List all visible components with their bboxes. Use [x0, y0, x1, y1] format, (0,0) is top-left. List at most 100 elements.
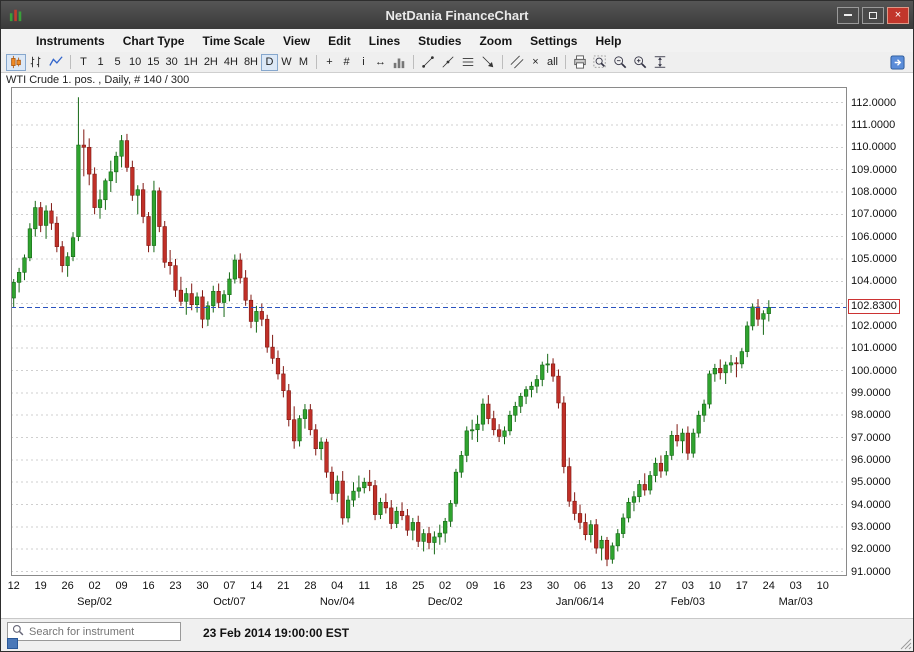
timescale-daily-button[interactable]: D [261, 54, 278, 71]
crosshair-button[interactable]: + [321, 54, 338, 71]
time-axis-label: 16 [137, 580, 161, 592]
search-input[interactable] [27, 625, 176, 639]
candle [17, 268, 21, 293]
arrow-line-button[interactable] [478, 54, 498, 71]
timescale-10m-button[interactable]: 10 [126, 54, 144, 71]
menu-lines[interactable]: Lines [360, 34, 409, 48]
chart-plot[interactable] [11, 87, 847, 576]
menu-chart-type[interactable]: Chart Type [114, 34, 194, 48]
auto-scale-button[interactable] [650, 54, 670, 71]
menu-zoom[interactable]: Zoom [470, 34, 521, 48]
time-axis-label: 02 [83, 580, 107, 592]
candle [578, 505, 582, 530]
trend-line-button[interactable] [418, 54, 438, 71]
candle [109, 161, 113, 192]
menu-instruments[interactable]: Instruments [27, 34, 114, 48]
timescale-1h-button[interactable]: 1H [181, 54, 201, 71]
volume-button[interactable] [389, 54, 409, 71]
candle [584, 513, 588, 540]
timescale-1m-button[interactable]: 1 [92, 54, 109, 71]
time-axis-label: 09 [460, 580, 484, 592]
title-bar[interactable]: NetDania FinanceChart × [1, 1, 913, 29]
ohlc-chart-button[interactable] [26, 54, 46, 71]
grid-button[interactable]: # [338, 54, 355, 71]
menu-time-scale[interactable]: Time Scale [193, 34, 273, 48]
candle [319, 438, 323, 460]
timescale-weekly-button[interactable]: W [278, 54, 295, 71]
close-button[interactable]: × [887, 7, 909, 24]
timescale-monthly-button[interactable]: M [295, 54, 312, 71]
print-button[interactable] [570, 54, 590, 71]
instrument-search-box[interactable] [7, 622, 181, 641]
candle [28, 223, 32, 261]
month-axis-label: Sep/02 [60, 596, 130, 608]
candle [152, 181, 156, 252]
menu-help[interactable]: Help [586, 34, 630, 48]
time-axis-label: 07 [217, 580, 241, 592]
candle [341, 471, 345, 525]
candle [44, 205, 48, 238]
price-axis-label: 99.0000 [851, 387, 891, 399]
candle [352, 482, 356, 507]
candle [406, 509, 410, 536]
menu-view[interactable]: View [274, 34, 319, 48]
candle [659, 455, 663, 477]
month-axis-label: Dec/02 [410, 596, 480, 608]
ray-line-button[interactable] [438, 54, 458, 71]
resize-grip[interactable] [898, 636, 912, 650]
candle [422, 529, 426, 551]
gridlines [11, 103, 847, 572]
candle [616, 529, 620, 551]
scroll-arrows-button[interactable]: ↔ [372, 54, 389, 71]
delete-study-button[interactable]: × [527, 54, 544, 71]
menu-studies[interactable]: Studies [409, 34, 470, 48]
candle [33, 201, 37, 237]
info-button[interactable]: i [355, 54, 372, 71]
candle [487, 395, 491, 424]
panel-toggle-button[interactable] [887, 54, 908, 71]
price-axis-label: 101.0000 [851, 342, 897, 354]
candle [530, 382, 534, 398]
candle [611, 543, 615, 564]
candle [546, 354, 550, 373]
candlestick-chart-button[interactable] [6, 54, 26, 71]
price-axis-label: 111.0000 [851, 119, 895, 131]
time-axis-label: 03 [676, 580, 700, 592]
candle [665, 451, 669, 476]
price-axis-label: 98.0000 [851, 409, 891, 421]
timescale-5m-button[interactable]: 5 [109, 54, 126, 71]
timescale-8h-button[interactable]: 8H [241, 54, 261, 71]
time-axis-label: 23 [164, 580, 188, 592]
candle [513, 402, 517, 422]
candle [605, 537, 609, 566]
menu-edit[interactable]: Edit [319, 34, 360, 48]
candle [433, 531, 437, 554]
zoom-in-button[interactable] [630, 54, 650, 71]
delete-all-button[interactable]: all [544, 54, 561, 71]
line-chart-button[interactable] [46, 54, 66, 71]
timescale-2h-button[interactable]: 2H [201, 54, 221, 71]
timescale-tick-button[interactable]: T [75, 54, 92, 71]
maximize-button[interactable] [862, 7, 884, 24]
menu-settings[interactable]: Settings [521, 34, 586, 48]
time-axis-label: 21 [271, 580, 295, 592]
fibonacci-button[interactable] [458, 54, 478, 71]
timescale-15m-button[interactable]: 15 [144, 54, 162, 71]
candle [362, 478, 366, 494]
zoom-area-button[interactable] [590, 54, 610, 71]
price-axis-label: 93.0000 [851, 521, 891, 533]
candle [384, 493, 388, 513]
parallel-lines-button[interactable] [507, 54, 527, 71]
candle [470, 420, 474, 440]
candle [379, 498, 383, 519]
close-icon: × [895, 10, 901, 21]
minimize-button[interactable] [837, 7, 859, 24]
time-axis-label: 02 [433, 580, 457, 592]
toolbar-separator [565, 55, 566, 69]
candle [395, 507, 399, 528]
candle [255, 306, 259, 333]
timescale-30m-button[interactable]: 30 [163, 54, 181, 71]
zoom-out-button[interactable] [610, 54, 630, 71]
timescale-4h-button[interactable]: 4H [221, 54, 241, 71]
candle [211, 286, 215, 313]
